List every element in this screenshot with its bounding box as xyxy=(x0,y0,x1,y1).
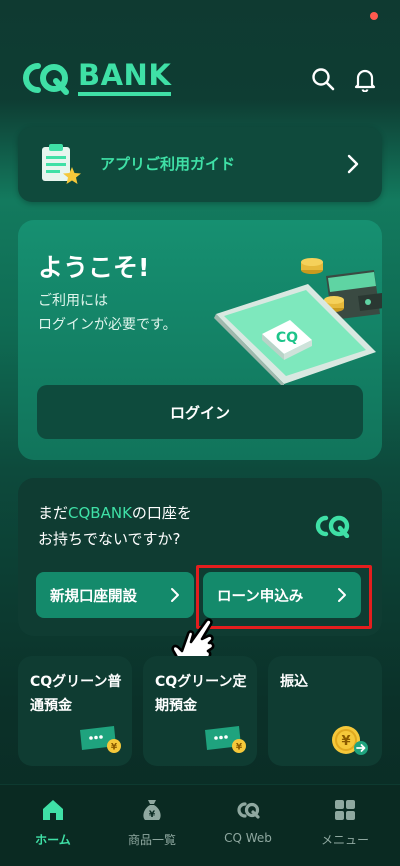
app-screen: BANK アプリご利用ガイド ようこそ! ご利用には ログインが必要です。 CQ… xyxy=(0,0,400,866)
card-yen-icon: ¥ xyxy=(205,726,246,753)
login-button[interactable]: ログイン xyxy=(37,385,363,439)
search-icon[interactable] xyxy=(310,66,336,92)
svg-text:¥: ¥ xyxy=(149,810,156,820)
question-suffix: の口座を xyxy=(131,504,192,522)
open-account-label: 新規口座開設 xyxy=(50,588,137,605)
guide-label: アプリご利用ガイド xyxy=(100,155,236,173)
nav-home[interactable]: ホーム xyxy=(3,797,103,848)
account-question-line1: まだCQBANKの口座を xyxy=(38,502,192,523)
nav-products[interactable]: ¥ 商品一覧 xyxy=(102,797,202,848)
card-yen-icon: ¥ xyxy=(80,726,121,753)
app-guide-card[interactable]: アプリご利用ガイド xyxy=(18,127,382,202)
notification-dot xyxy=(370,12,378,20)
chevron-right-icon xyxy=(347,154,359,174)
nav-label: CQ Web xyxy=(224,831,272,845)
guide-clipboard-icon xyxy=(42,144,81,184)
bottom-navigation: ホーム ¥ 商品一覧 CQ Web メニュー xyxy=(0,784,400,866)
grid-menu-icon xyxy=(335,800,355,820)
logo-bank-text: BANK xyxy=(78,60,172,96)
question-prefix: まだ xyxy=(38,504,69,522)
welcome-title: ようこそ! xyxy=(38,253,150,282)
nav-menu[interactable]: メニュー xyxy=(295,797,395,848)
account-question-line2: お持ちでないですか? xyxy=(38,530,181,548)
cq-logo-icon xyxy=(237,802,260,819)
tile-transfer[interactable]: 振込 ¥ xyxy=(268,656,382,766)
phone-wallet-illustration: CQ xyxy=(214,258,382,388)
tile-cq-green-savings[interactable]: CQグリーン普通預金 ¥ xyxy=(18,656,132,766)
svg-text:CQ: CQ xyxy=(276,330,298,346)
question-brand: CQBANK xyxy=(68,504,132,522)
tile-label: CQグリーン定期預金 xyxy=(155,674,247,714)
svg-text:¥: ¥ xyxy=(236,743,243,753)
chevron-right-icon xyxy=(171,588,179,602)
tile-label: 振込 xyxy=(280,674,308,690)
nav-cq-web[interactable]: CQ Web xyxy=(198,797,298,845)
home-icon xyxy=(43,800,63,820)
cq-bank-logo: BANK xyxy=(18,58,172,98)
cq-logo-icon xyxy=(315,515,350,538)
loan-button-highlight-box xyxy=(196,565,372,629)
money-bag-icon: ¥ xyxy=(143,800,161,820)
cq-logo-icon xyxy=(23,63,69,95)
app-header: BANK xyxy=(0,52,400,108)
bell-icon[interactable] xyxy=(352,66,378,92)
nav-label: メニュー xyxy=(320,833,369,847)
welcome-subtitle-line2: ログインが必要です。 xyxy=(38,317,177,333)
yen-coin-transfer-icon: ¥ xyxy=(332,726,368,755)
tile-label: CQグリーン普通預金 xyxy=(30,674,122,714)
nav-label: 商品一覧 xyxy=(127,833,176,847)
tile-cq-green-time-deposit[interactable]: CQグリーン定期預金 ¥ xyxy=(143,656,257,766)
welcome-card: ようこそ! ご利用には ログインが必要です。 CQ ログイン xyxy=(18,220,382,460)
svg-text:¥: ¥ xyxy=(341,734,350,749)
nav-label: ホーム xyxy=(35,833,71,847)
svg-text:¥: ¥ xyxy=(111,743,118,753)
welcome-subtitle-line1: ご利用には xyxy=(38,293,108,309)
